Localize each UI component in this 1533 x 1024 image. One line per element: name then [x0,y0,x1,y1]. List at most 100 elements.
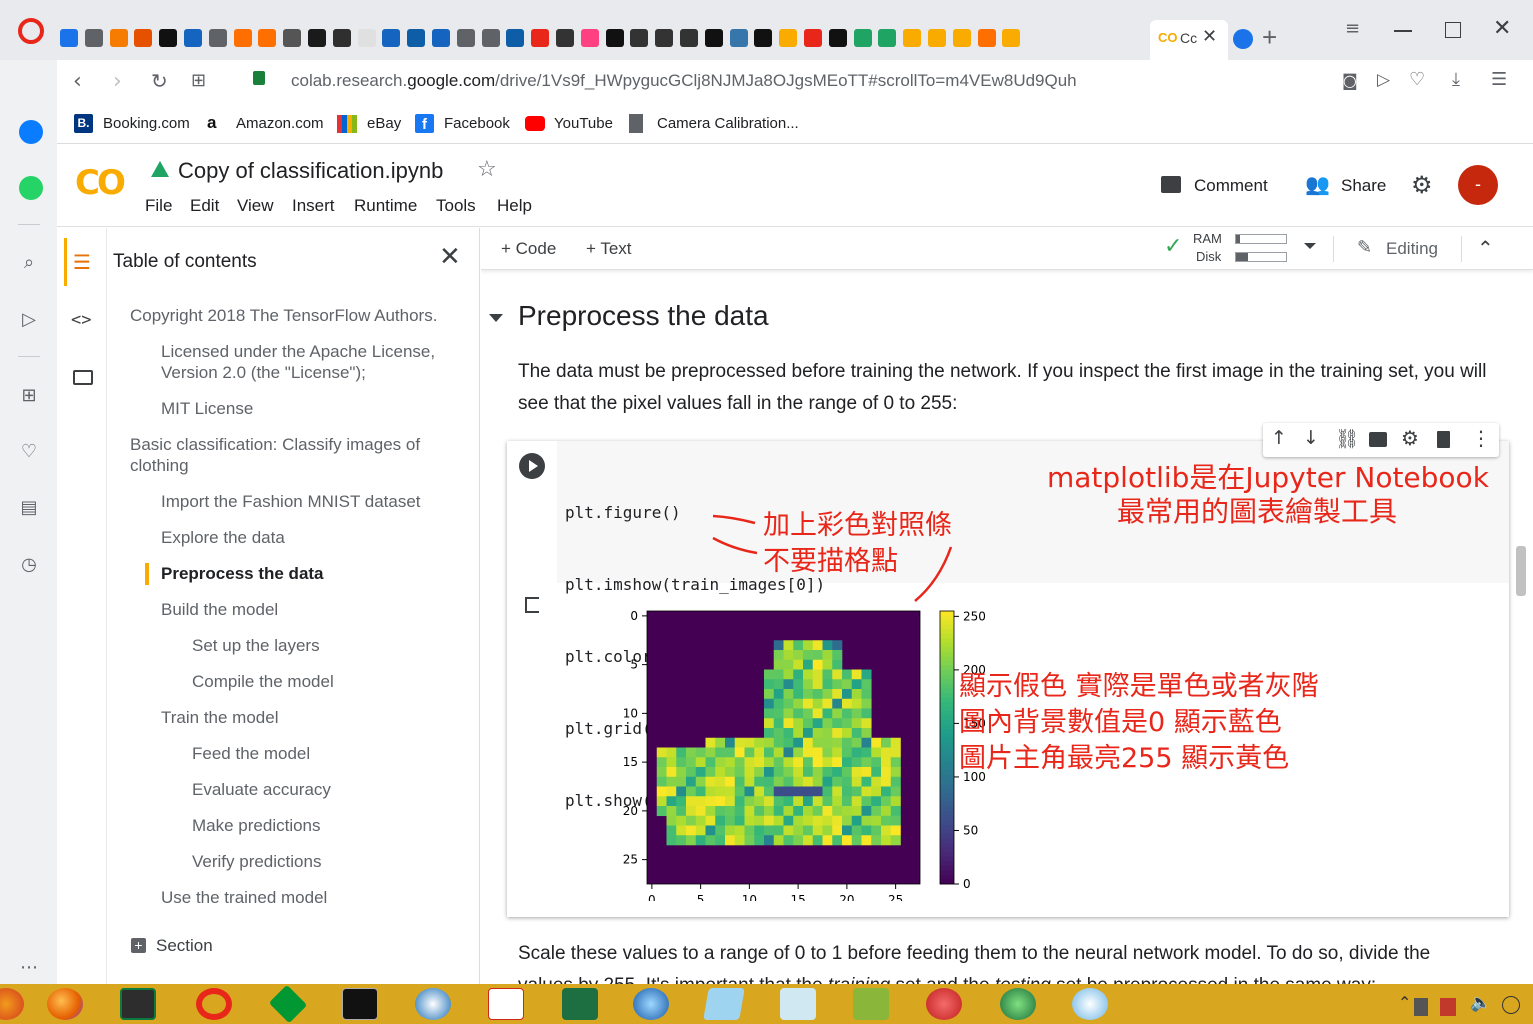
notepad-icon[interactable] [703,988,745,1020]
menu-help[interactable]: Help [497,196,532,216]
heart-icon[interactable]: ♡ [1409,69,1425,90]
resources-indicator[interactable]: RAM Disk [1191,231,1291,267]
toc-item[interactable]: Train the model [161,707,278,728]
toc-item[interactable]: Import the Fashion MNIST dataset [161,491,421,512]
maximize-icon[interactable] [1445,22,1461,38]
pinned-tab-favicon-icon[interactable] [332,29,351,47]
toc-item[interactable]: Verify predictions [192,851,321,872]
firefox-icon[interactable] [47,988,83,1020]
security-icon[interactable] [1440,998,1456,1016]
terminal-app-icon[interactable] [120,988,156,1020]
url-field[interactable]: colab.research.google.com/drive/1Vs9f_HW… [291,71,1077,91]
paint-icon[interactable] [1072,988,1108,1020]
pinned-tab-favicon-icon[interactable] [556,29,574,47]
toc-item[interactable]: Compile the model [192,671,334,692]
toc-item[interactable]: Evaluate accuracy [192,779,331,800]
close-icon[interactable] [1502,996,1520,1014]
colab-logo[interactable]: CO [75,163,126,203]
pinned-tab-favicon-icon[interactable] [84,29,103,47]
back-icon[interactable]: ‹ [73,69,82,94]
close-icon[interactable]: ✕ [439,242,461,272]
pinned-tab-favicon-icon[interactable] [680,29,698,47]
opera-gx-icon[interactable] [0,988,24,1020]
code-snippets-icon[interactable]: <> [71,310,91,330]
forward-icon[interactable]: › [113,69,122,94]
minimize-icon[interactable] [1394,30,1412,32]
reload-icon[interactable]: ↻ [151,69,168,93]
pinned-tab-favicon-icon[interactable] [531,29,550,47]
pinned-tab-favicon-icon[interactable] [382,29,401,47]
reader-icon[interactable] [780,988,816,1020]
tab-menu-icon[interactable]: ≡ [1345,18,1360,39]
pinned-tab-favicon-icon[interactable] [407,29,426,47]
speed-dial-icon[interactable]: ⊞ [18,385,40,407]
opera-logo-icon[interactable] [18,18,44,44]
pinned-tab-favicon-icon[interactable] [357,29,376,47]
pinned-tab-favicon-icon[interactable] [878,29,897,47]
toc-item[interactable]: Feed the model [192,743,310,764]
menu-edit[interactable]: Edit [190,196,219,216]
pinned-tab-favicon-icon[interactable] [109,29,128,47]
close-window-icon[interactable]: ✕ [1493,16,1511,41]
toc-item[interactable]: MIT License [161,398,253,419]
pinned-tab-favicon-icon[interactable] [853,29,872,47]
more-icon[interactable]: ⋯ [18,957,40,979]
toc-item-active[interactable]: Preprocess the data [161,563,324,584]
pinned-tab-favicon-icon[interactable] [754,29,773,47]
toc-item[interactable]: Build the model [161,599,278,620]
collapse-header-icon[interactable]: ⌃ [1477,236,1494,260]
thunderbird-icon[interactable] [415,988,451,1020]
settings-gear-icon[interactable]: ⚙ [1411,171,1433,199]
news-icon[interactable]: ▤ [18,497,40,519]
pinned-tab-favicon-icon[interactable] [828,29,847,47]
collapse-section-icon[interactable] [489,314,503,322]
send-icon[interactable]: ▷ [18,309,40,331]
search-icon[interactable]: ⌕ [18,252,40,274]
volume-icon[interactable]: 🔈 [1470,993,1491,1013]
pinned-tab-favicon-icon[interactable] [432,29,450,47]
app-icon[interactable] [633,988,669,1020]
pinned-tab-favicon-icon[interactable] [977,29,996,47]
toc-item[interactable]: Copyright 2018 The TensorFlow Authors. [130,305,470,326]
pinned-tab-favicon-icon[interactable] [630,29,649,47]
dropdown-arrow-icon[interactable] [1304,243,1316,249]
close-tab-icon[interactable]: ✕ [1202,26,1217,47]
active-tab[interactable]: CO Cc ✕ [1150,20,1228,60]
usb-icon[interactable] [1414,998,1428,1016]
menu-file[interactable]: File [145,196,172,216]
toc-item[interactable]: Basic classification: Classify images of… [130,434,450,476]
pinned-tab-favicon-icon[interactable] [952,29,971,47]
opera-icon[interactable] [196,988,232,1020]
messenger-icon[interactable] [19,120,43,144]
files-folder-icon[interactable] [73,370,93,385]
pdf-icon[interactable] [488,988,524,1020]
menu-insert[interactable]: Insert [292,196,335,216]
excel-icon[interactable] [562,988,598,1020]
menu-view[interactable]: View [237,196,274,216]
pinned-tab-favicon-icon[interactable] [308,29,326,47]
toc-item[interactable]: Set up the layers [192,635,320,656]
download-icon[interactable]: ⤓ [1452,69,1460,90]
pinned-tab-favicon-icon[interactable] [655,29,674,47]
pinned-tab-favicon-icon[interactable] [928,29,946,47]
app-icon[interactable] [926,988,962,1020]
easy-setup-icon[interactable]: ☰ [1491,69,1507,90]
menu-runtime[interactable]: Runtime [354,196,417,216]
pinned-tab-favicon-icon[interactable] [283,29,302,47]
add-code-button[interactable]: + Code [501,239,556,259]
star-icon[interactable]: ☆ [477,157,497,182]
speed-dial-icon[interactable]: ⊞ [191,70,206,91]
pinned-tab-favicon-icon[interactable] [233,29,252,47]
whatsapp-icon[interactable] [19,176,43,200]
toc-item[interactable]: Make predictions [192,815,321,836]
command-prompt-icon[interactable] [342,988,378,1020]
pinned-tab-favicon-icon[interactable] [456,29,475,47]
menu-tools[interactable]: Tools [436,196,476,216]
pinned-tab-favicon-icon[interactable] [580,29,599,47]
android-studio-icon[interactable] [1000,988,1036,1020]
pinned-tab-favicon-icon[interactable] [134,29,153,47]
toc-item[interactable]: Licensed under the Apache License, Versi… [161,341,461,383]
toc-list-icon[interactable]: ☰ [73,250,91,274]
pinned-tab-favicon-icon[interactable] [779,29,798,47]
pinned-tab-favicon-icon[interactable] [481,29,500,47]
